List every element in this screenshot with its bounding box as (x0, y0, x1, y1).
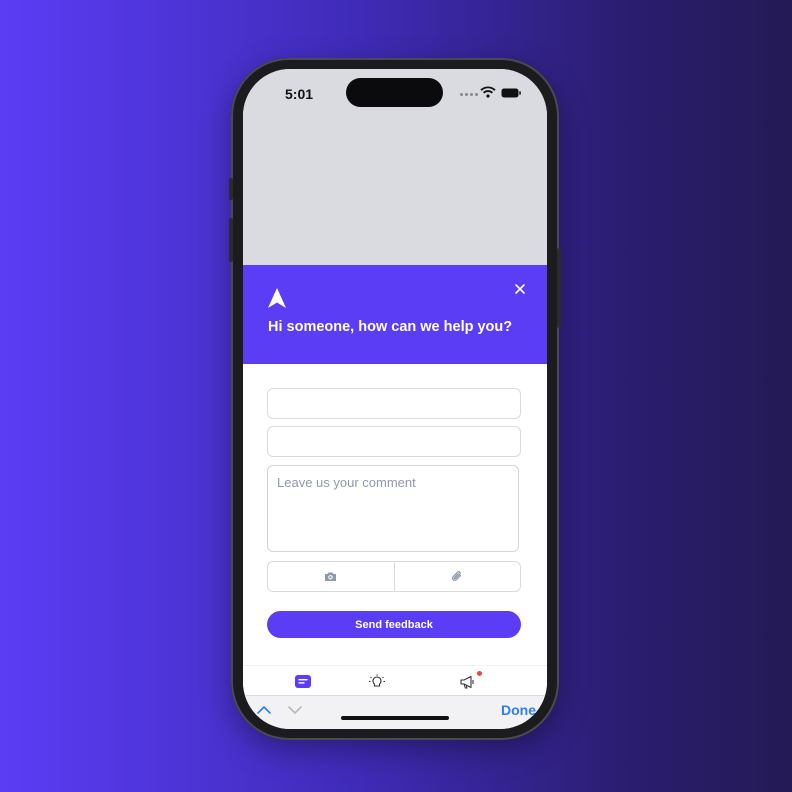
volume-button (229, 178, 233, 200)
chevron-down-icon[interactable] (287, 704, 303, 716)
widget-title: Hi someone, how can we help you? (268, 319, 513, 335)
notification-dot (477, 671, 482, 676)
volume-button (229, 218, 233, 262)
send-feedback-button[interactable]: Send feedback (267, 611, 521, 638)
keyboard-toolbar: Done (243, 695, 547, 729)
battery-icon (501, 88, 521, 98)
done-button[interactable]: Done (501, 702, 536, 718)
home-indicator (341, 716, 449, 720)
lightbulb-icon[interactable] (368, 674, 386, 690)
status-bar: 5:01 (243, 69, 547, 119)
signal-icon (460, 93, 478, 97)
email-field[interactable] (267, 426, 521, 457)
screen: 5:01 Hi someone, how can we help you? Le… (243, 69, 547, 729)
side-button (557, 248, 561, 328)
widget-tab-bar (243, 665, 547, 696)
attachment-row (267, 561, 521, 592)
arrow-up-logo-icon (268, 288, 286, 308)
status-time: 5:01 (285, 86, 314, 102)
name-field[interactable] (267, 388, 521, 419)
dynamic-island (346, 78, 443, 107)
megaphone-icon[interactable] (459, 674, 477, 690)
chevron-up-icon[interactable] (256, 704, 272, 716)
screenshot-button[interactable] (268, 562, 394, 591)
close-icon[interactable] (513, 282, 527, 296)
attach-file-button[interactable] (393, 562, 521, 591)
phone-frame: 5:01 Hi someone, how can we help you? Le… (229, 58, 561, 740)
comment-placeholder: Leave us your comment (277, 475, 416, 490)
paperclip-icon (452, 571, 462, 581)
wifi-icon (480, 86, 496, 98)
comment-field[interactable]: Leave us your comment (267, 465, 519, 552)
widget-header: Hi someone, how can we help you? (243, 265, 547, 364)
message-icon[interactable] (294, 674, 312, 690)
camera-icon (325, 572, 337, 581)
